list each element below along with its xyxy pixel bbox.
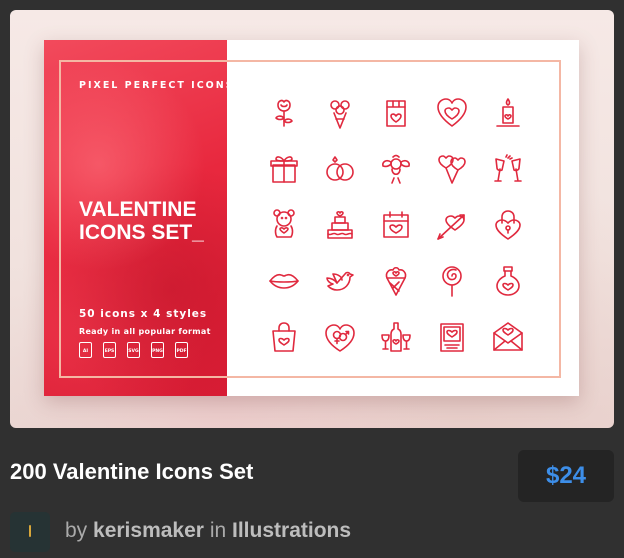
lollipop-icon <box>425 253 478 309</box>
product-title[interactable]: 200 Valentine Icons Set <box>10 459 253 485</box>
ice-cream-cone-icon <box>369 253 422 309</box>
icon-count: 50 icons x 4 styles <box>79 308 208 320</box>
mockup-title: VALENTINE ICONS SET_ <box>79 198 224 244</box>
cupid-icon <box>369 141 422 197</box>
wedding-cake-icon <box>313 197 366 253</box>
champagne-glasses-icon <box>481 141 534 197</box>
shopping-bag-icon <box>257 309 310 365</box>
chocolate-bar-icon <box>369 85 422 141</box>
rose-icon <box>257 85 310 141</box>
ai-file-icon: AI <box>79 342 92 358</box>
calendar-heart-icon <box>369 197 422 253</box>
dove-icon <box>313 253 366 309</box>
category-link[interactable]: Illustrations <box>232 519 351 542</box>
bouquet-icon <box>313 85 366 141</box>
author-byline: by kerismaker in Illustrations <box>65 519 351 543</box>
mockup-title-line2: ICONS SET_ <box>79 221 204 244</box>
by-label: by <box>65 519 88 542</box>
file-format-list: AI EPS SVG PNG PDF <box>79 342 188 358</box>
mockup-kicker: PIXEL PERFECT ICONS <box>79 80 235 91</box>
author-link[interactable]: kerismaker <box>93 519 204 542</box>
heart-cookie-icon <box>425 85 478 141</box>
in-label: in <box>209 519 227 542</box>
pdf-file-icon: PDF <box>175 342 188 358</box>
valentine-icon-grid <box>257 85 557 365</box>
teddy-bear-icon <box>257 197 310 253</box>
author-avatar[interactable] <box>10 512 50 552</box>
png-file-icon: PNG <box>151 342 164 358</box>
icon-set-mockup: PIXEL PERFECT ICONS VALENTINE ICONS SET_… <box>44 40 579 396</box>
heart-padlock-icon <box>481 197 534 253</box>
gift-box-icon <box>257 141 310 197</box>
format-note: Ready in all popular format <box>79 327 211 336</box>
heart-arrow-icon <box>425 197 478 253</box>
love-letter-icon <box>481 309 534 365</box>
candle-icon <box>481 85 534 141</box>
mockup-title-line1: VALENTINE <box>79 198 197 221</box>
love-potion-icon <box>481 253 534 309</box>
heart-balloons-icon <box>425 141 478 197</box>
product-preview-image[interactable]: PIXEL PERFECT ICONS VALENTINE ICONS SET_… <box>10 10 614 428</box>
lips-icon <box>257 253 310 309</box>
svg-file-icon: SVG <box>127 342 140 358</box>
eps-file-icon: EPS <box>103 342 116 358</box>
price-button[interactable]: $24 <box>518 450 614 502</box>
wedding-rings-icon <box>313 141 366 197</box>
wine-bottle-glasses-icon <box>369 309 422 365</box>
valentine-card-icon <box>425 309 478 365</box>
gender-symbols-icon <box>313 309 366 365</box>
